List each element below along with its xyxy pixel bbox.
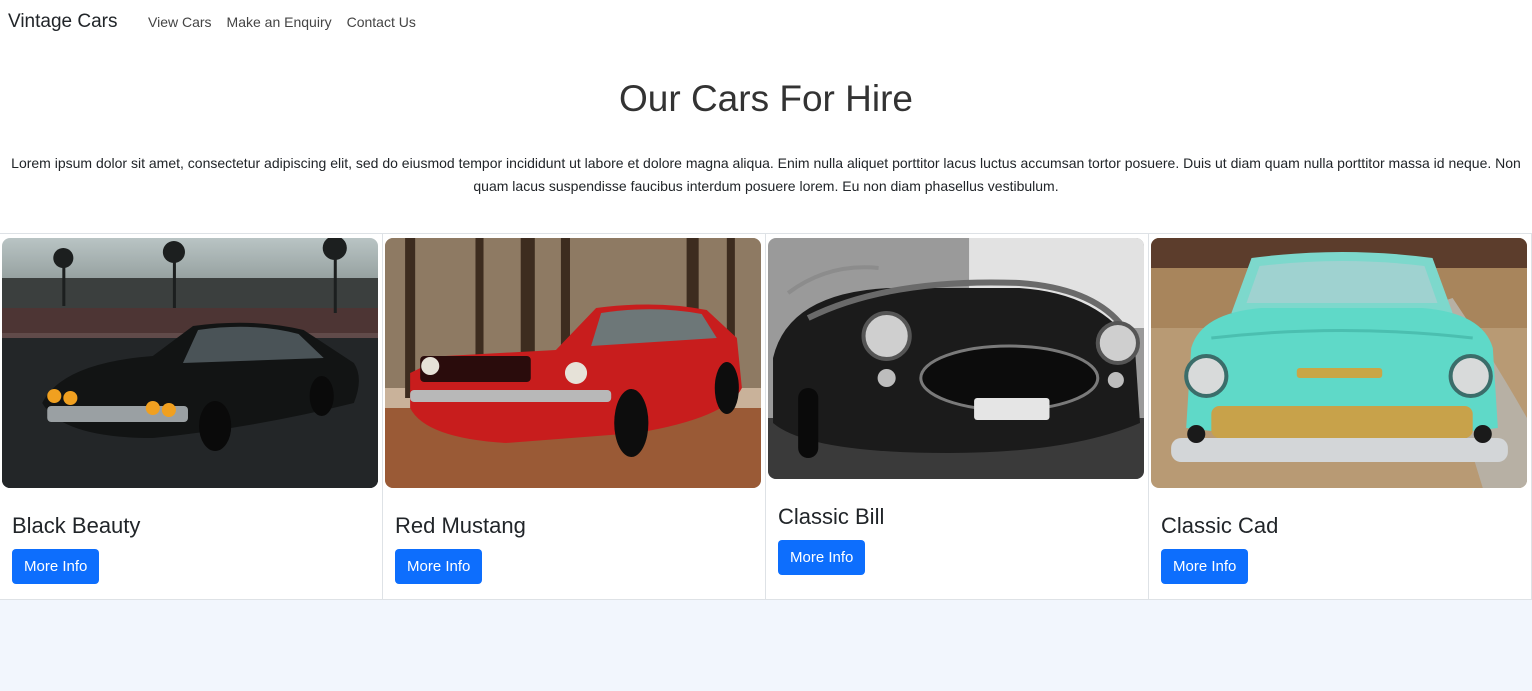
page-content: Vintage Cars View Cars Make an Enquiry C… <box>0 0 1532 600</box>
car-image-black-beauty <box>2 238 378 488</box>
car-card: Classic Bill More Info <box>765 234 1148 599</box>
car-title: Classic Cad <box>1161 513 1279 538</box>
intro-paragraph: Lorem ipsum dolor sit amet, consectetur … <box>11 155 1521 194</box>
nav-link-contact-us[interactable]: Contact Us <box>347 14 416 30</box>
car-card-group: Black Beauty More Info Red Mustang More … <box>0 233 1532 600</box>
nav-link-view-cars[interactable]: View Cars <box>148 14 212 30</box>
page-title: Our Cars For Hire <box>619 78 913 119</box>
car-image-classic-bill <box>768 238 1144 479</box>
more-info-button[interactable]: More Info <box>395 549 483 584</box>
car-card: Black Beauty More Info <box>0 234 382 599</box>
nav-links: View Cars Make an Enquiry Contact Us <box>148 14 416 30</box>
navbar: Vintage Cars View Cars Make an Enquiry C… <box>0 0 1532 46</box>
nav-link-make-enquiry[interactable]: Make an Enquiry <box>227 14 332 30</box>
car-card: Red Mustang More Info <box>382 234 765 599</box>
car-title: Red Mustang <box>395 513 526 538</box>
more-info-button[interactable]: More Info <box>1161 549 1249 584</box>
more-info-button[interactable]: More Info <box>12 549 100 584</box>
car-card: Classic Cad More Info <box>1148 234 1531 599</box>
brand-link[interactable]: Vintage Cars <box>8 11 118 33</box>
car-image-red-mustang <box>385 238 761 488</box>
car-title: Black Beauty <box>12 513 141 538</box>
car-title: Classic Bill <box>778 504 885 529</box>
car-image-classic-cad <box>1151 238 1527 488</box>
more-info-button[interactable]: More Info <box>778 540 866 575</box>
